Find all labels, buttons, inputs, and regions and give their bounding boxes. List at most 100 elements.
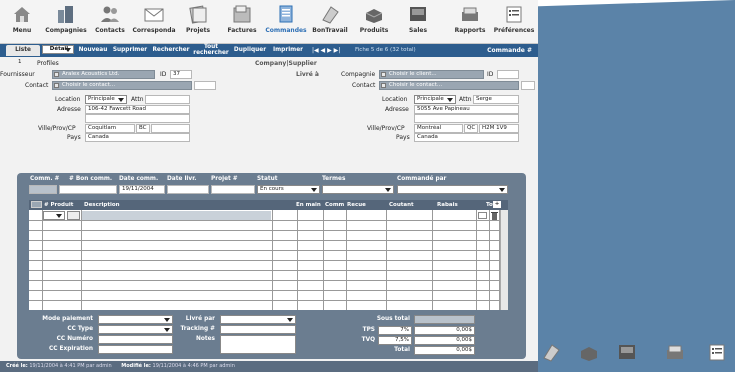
supplier-prov-field[interactable]: BC bbox=[136, 124, 150, 133]
bon-comm-header: # Bon comm. bbox=[69, 176, 113, 182]
date-livr-field[interactable] bbox=[167, 185, 209, 194]
preferences-icon bbox=[709, 344, 725, 361]
shipto-contact-field[interactable]: Choisir le contact... bbox=[379, 81, 519, 90]
supplier-postal-field[interactable] bbox=[151, 124, 190, 133]
cc-type-select[interactable] bbox=[98, 325, 173, 334]
supplier-contact-extra[interactable] bbox=[194, 81, 216, 90]
supplier-address-field[interactable]: 106-42 Fawcett Road bbox=[85, 105, 190, 114]
grid-row-line bbox=[29, 270, 508, 271]
products-icon bbox=[581, 347, 597, 361]
nav-contacts[interactable]: Contacts bbox=[88, 4, 132, 34]
sales-icon bbox=[410, 7, 426, 21]
shipto-contact-value: Choisir le contact... bbox=[389, 82, 443, 88]
supplier-contact-field[interactable]: Choisir le contact... bbox=[52, 81, 192, 90]
id-label: ID bbox=[160, 71, 167, 78]
main-toolbar: Menu Compagnies Contacts Corresponda Pro… bbox=[0, 0, 538, 44]
supprimer-button[interactable]: Supprimer bbox=[111, 45, 149, 56]
supplier-attn-field[interactable] bbox=[145, 95, 190, 104]
shipto-address-field[interactable]: 5055 Ave Papineau bbox=[414, 105, 519, 114]
supplier-address-line2[interactable] bbox=[85, 114, 190, 123]
record-pager[interactable]: |◀ ◀ ▶ ▶| bbox=[312, 45, 340, 56]
tab-detail[interactable]: Détail bbox=[42, 45, 74, 54]
reports-icon bbox=[462, 7, 478, 21]
shipto-country-field[interactable]: Canada bbox=[414, 133, 519, 142]
fournisseur-field[interactable]: Aralex Acoustics Ltd. bbox=[52, 70, 155, 79]
notes-field[interactable] bbox=[220, 335, 296, 354]
row-checkbox[interactable] bbox=[478, 212, 487, 219]
nav-preferences[interactable]: Préférences bbox=[492, 4, 536, 34]
shipto-location-select[interactable]: Principale bbox=[414, 95, 456, 104]
add-line-button[interactable]: + bbox=[493, 201, 501, 208]
tracking-field[interactable] bbox=[220, 325, 296, 334]
grid-row-line bbox=[29, 300, 508, 301]
supplier-location-select[interactable]: Principale bbox=[85, 95, 127, 104]
nav-corresponda[interactable]: Corresponda bbox=[132, 4, 176, 34]
profiles-link[interactable]: Profiles bbox=[37, 60, 59, 67]
termes-header: Termes bbox=[322, 176, 346, 182]
nav-rapports[interactable]: Rapports bbox=[448, 4, 492, 34]
projects-icon bbox=[189, 5, 207, 24]
nav-menu[interactable]: Menu bbox=[0, 4, 44, 34]
supplier-country-field[interactable]: Canada bbox=[85, 133, 190, 142]
dupliquer-button[interactable]: Dupliquer bbox=[231, 45, 269, 56]
rechercher-button[interactable]: Rechercher bbox=[150, 45, 192, 56]
livre-par-select[interactable] bbox=[220, 315, 296, 324]
cc-numero-field[interactable] bbox=[98, 335, 173, 344]
supplier-city-field[interactable]: Coquitlam bbox=[85, 124, 135, 133]
comm-col-header: Comm bbox=[325, 202, 345, 208]
nav-label: Commandes bbox=[265, 27, 307, 34]
nav-bontravail[interactable]: BonTravail bbox=[308, 4, 352, 34]
nav-projets[interactable]: Projets bbox=[176, 4, 220, 34]
cc-expiration-field[interactable] bbox=[98, 345, 173, 354]
nav-commandes[interactable]: Commandes bbox=[264, 4, 308, 34]
shipto-attn-label: Attn bbox=[459, 96, 472, 103]
nav-sales[interactable]: Sales bbox=[396, 4, 440, 34]
worksheet-icon bbox=[543, 344, 560, 362]
date-comm-field[interactable]: 19/11/2004 bbox=[119, 185, 165, 194]
sous-total-label: Sous total bbox=[376, 316, 410, 322]
shipto-id-field[interactable] bbox=[497, 70, 519, 79]
tracking-label: Tracking # bbox=[180, 326, 215, 332]
description-header: Description bbox=[84, 202, 120, 208]
order-number-label: Commande # bbox=[487, 47, 532, 54]
tps-rate-field[interactable]: 7% bbox=[378, 326, 412, 335]
tvq-rate-field[interactable]: 7,5% bbox=[378, 336, 412, 345]
shipto-contact-extra[interactable] bbox=[521, 81, 535, 90]
audit-footer: Créé le: 19/11/2004 à 4:41 PM par admin … bbox=[0, 361, 538, 372]
nav-compagnies[interactable]: Compagnies bbox=[44, 4, 88, 34]
shipto-company-value: Choisir le client... bbox=[389, 71, 437, 77]
shipto-address-line2[interactable] bbox=[414, 114, 519, 123]
shipto-pays-label: Pays bbox=[396, 134, 410, 141]
tab-liste[interactable]: Liste bbox=[6, 45, 40, 56]
row-description-field[interactable] bbox=[82, 211, 271, 220]
row-product-chooser[interactable] bbox=[67, 211, 80, 220]
shipto-id-label: ID bbox=[487, 71, 494, 78]
projet-field[interactable] bbox=[211, 185, 255, 194]
cc-numero-label: CC Numéro bbox=[56, 336, 93, 342]
select-all-checkbox[interactable] bbox=[31, 201, 42, 208]
shipto-city-field[interactable]: Montréal bbox=[414, 124, 463, 133]
action-tabbar: Liste Détail Nouveau Supprimer Recherche… bbox=[0, 44, 538, 57]
nouveau-button[interactable]: Nouveau bbox=[76, 45, 110, 56]
row-product-select[interactable] bbox=[43, 211, 65, 220]
nav-label: Factures bbox=[227, 27, 257, 34]
shipto-attn-field[interactable]: Serge bbox=[473, 95, 519, 104]
shipto-prov-field[interactable]: QC bbox=[464, 124, 478, 133]
nav-produits[interactable]: Produits bbox=[352, 4, 396, 34]
termes-select[interactable] bbox=[322, 185, 394, 194]
shipto-company-field[interactable]: Choisir le client... bbox=[379, 70, 484, 79]
trash-icon[interactable] bbox=[491, 211, 498, 220]
tout-rechercher-button[interactable]: Tout Rechercher rechercher bbox=[193, 44, 229, 56]
nav-factures[interactable]: Factures bbox=[220, 4, 264, 34]
statut-select[interactable]: En cours bbox=[257, 185, 320, 194]
grid-scrollbar[interactable] bbox=[500, 210, 508, 310]
bon-comm-field[interactable] bbox=[59, 185, 117, 194]
mode-paiement-select[interactable] bbox=[98, 315, 173, 324]
app-window: Menu Compagnies Contacts Corresponda Pro… bbox=[0, 0, 538, 372]
supplier-id-field[interactable]: 37 bbox=[170, 70, 192, 79]
chooser-arrow-icon bbox=[381, 83, 386, 88]
nav-label: Préférences bbox=[493, 27, 535, 34]
commande-par-select[interactable] bbox=[397, 185, 508, 194]
shipto-postal-field[interactable]: H2M 1V9 bbox=[479, 124, 519, 133]
imprimer-button[interactable]: Imprimer bbox=[270, 45, 306, 56]
